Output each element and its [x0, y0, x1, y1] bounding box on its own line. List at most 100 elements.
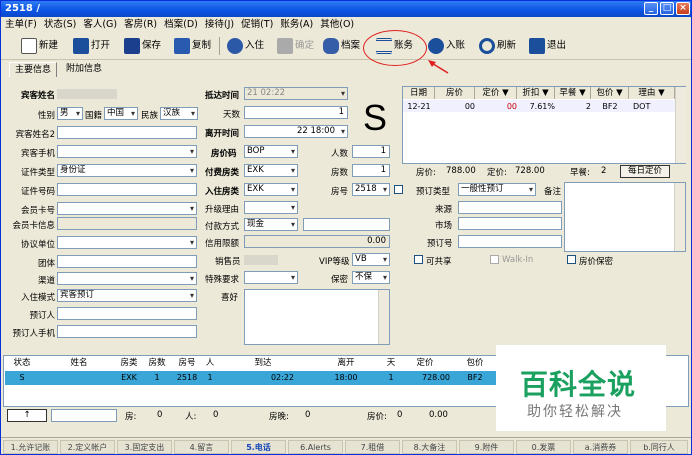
tab-extra-info[interactable]: 附加信息	[61, 62, 107, 77]
col-header[interactable]: 人	[204, 357, 216, 369]
tab-phone[interactable]: 5.电话	[231, 440, 286, 454]
col-header[interactable]: 定价	[400, 357, 450, 369]
col-header[interactable]: 日期	[403, 87, 435, 99]
tab-main-info[interactable]: 主要信息	[9, 62, 58, 77]
tab-voucher[interactable]: a.消费券	[573, 440, 628, 454]
menu-item[interactable]: 客房(R)	[124, 19, 157, 30]
menu-item[interactable]: 主单(F)	[5, 19, 37, 30]
menu-item[interactable]: 账务(A)	[280, 19, 313, 30]
rate-confidential-label: 房价保密	[579, 257, 614, 267]
menu-item[interactable]: 其他(O)	[320, 19, 354, 30]
room-type-select[interactable]: EXK	[244, 183, 298, 196]
save-button[interactable]: 保存	[124, 36, 161, 56]
channel-select[interactable]	[57, 272, 197, 285]
col-header[interactable]: 状态	[8, 357, 36, 369]
daily-rate-grid[interactable]: 日期 房价 定价 ▼ 折扣 ▼ 早餐 ▼ 包价 ▼ 理由 ▼ 12-21 00 …	[402, 86, 686, 164]
col-header[interactable]: 房数	[144, 357, 170, 369]
daily-rate-button[interactable]: 每日定价	[620, 165, 670, 178]
departure-time-input[interactable]: 22 18:00	[244, 125, 348, 138]
guest-name2-input[interactable]	[57, 126, 197, 139]
special-request-select[interactable]	[244, 271, 298, 284]
col-header[interactable]: 房类	[116, 357, 142, 369]
col-header[interactable]: 折扣 ▼	[517, 87, 555, 99]
checkin-mode-select[interactable]: 宾客预订	[57, 289, 197, 302]
rate-confidential-checkbox[interactable]	[567, 255, 576, 264]
charge-room-type-select[interactable]: EXK	[244, 164, 298, 177]
preference-scrollbar[interactable]	[378, 290, 389, 344]
memo-scrollbar[interactable]	[674, 183, 685, 251]
booking-type-select[interactable]: 一般性预订	[458, 183, 536, 196]
exit-button[interactable]: 退出	[529, 36, 566, 56]
menu-item[interactable]: 客人(G)	[83, 19, 117, 30]
menu-item[interactable]: 状态(S)	[44, 19, 76, 30]
rate-code-select[interactable]: BOP	[244, 145, 298, 158]
id-number-input[interactable]	[57, 183, 197, 196]
tab-rental[interactable]: 7.租借	[345, 440, 400, 454]
group-input[interactable]	[57, 255, 197, 268]
profile-button[interactable]: 档案	[323, 36, 360, 56]
payment-detail-input[interactable]	[303, 218, 390, 231]
booker-phone-input[interactable]	[57, 325, 197, 338]
market-input[interactable]	[458, 217, 562, 230]
col-header[interactable]: 理由 ▼	[629, 87, 675, 99]
days-input[interactable]: 1	[244, 106, 348, 119]
booker-input[interactable]	[57, 307, 197, 320]
col-header[interactable]: 包价	[452, 357, 498, 369]
tab-fixed-expense[interactable]: 3.固定支出	[117, 440, 172, 454]
open-button[interactable]: 打开	[73, 36, 110, 56]
ethnic-select[interactable]: 汉族	[160, 107, 198, 120]
tab-companion[interactable]: b.同行人	[630, 440, 688, 454]
confidential-select[interactable]: 不保	[352, 271, 390, 284]
ok-button[interactable]: 确定	[277, 36, 314, 56]
preference-textarea[interactable]	[244, 289, 390, 345]
up-arrow-icon[interactable]: ↑	[7, 409, 47, 422]
gender-select[interactable]: 男	[57, 107, 83, 120]
close-button[interactable]: ×	[676, 2, 690, 15]
new-button[interactable]: 新建	[21, 36, 58, 56]
menu-item[interactable]: 档案(D)	[164, 19, 198, 30]
tab-define-account[interactable]: 2.定义帐户	[60, 440, 115, 454]
booking-number-input[interactable]	[458, 235, 562, 248]
col-header[interactable]: 早餐 ▼	[555, 87, 591, 99]
room-number-select[interactable]: 2518	[352, 183, 390, 196]
refresh-button[interactable]: 刷新	[479, 36, 516, 56]
tab-message[interactable]: 4.留言	[174, 440, 229, 454]
tab-allow-charge[interactable]: 1.允许记账	[3, 440, 58, 454]
menu-item[interactable]: 接待(J)	[205, 19, 234, 30]
id-type-select[interactable]: 身份证	[57, 164, 197, 177]
vip-level-select[interactable]: VB	[352, 253, 390, 266]
guest-phone-input[interactable]	[57, 145, 197, 158]
col-header[interactable]: 房价	[435, 87, 475, 99]
post-button[interactable]: 入账	[428, 36, 465, 56]
room-lock-checkbox[interactable]	[394, 185, 403, 194]
maximize-button[interactable]: □	[660, 2, 674, 15]
checkin-button[interactable]: 入住	[227, 36, 264, 56]
tab-big-memo[interactable]: 8.大备注	[402, 440, 457, 454]
col-header[interactable]: 天	[384, 357, 398, 369]
payment-method-select[interactable]: 现金	[244, 218, 298, 231]
shareable-checkbox[interactable]	[414, 255, 423, 264]
source-input[interactable]	[458, 201, 562, 214]
agreement-unit-select[interactable]	[57, 236, 197, 249]
totals-input[interactable]	[51, 409, 117, 422]
col-header[interactable]: 离开	[310, 357, 382, 369]
col-header[interactable]: 包价 ▼	[591, 87, 629, 99]
walkin-checkbox[interactable]	[490, 255, 499, 264]
persons-input[interactable]: 1	[352, 145, 390, 158]
col-header[interactable]: 定价 ▼	[475, 87, 517, 99]
minimize-button[interactable]: _	[644, 2, 658, 15]
copy-button[interactable]: 复制	[174, 36, 211, 56]
memo-textarea[interactable]	[564, 182, 686, 252]
member-card-input[interactable]	[57, 202, 197, 215]
tab-invoice[interactable]: 0.发票	[516, 440, 571, 454]
upgrade-reason-select[interactable]	[244, 201, 298, 214]
rooms-input[interactable]: 1	[352, 164, 390, 177]
country-select[interactable]: 中国	[104, 107, 138, 120]
col-header[interactable]: 房号	[172, 357, 202, 369]
menu-item[interactable]: 促销(T)	[241, 19, 273, 30]
tab-attachment[interactable]: 9.附件	[459, 440, 514, 454]
col-header[interactable]: 到达	[218, 357, 308, 369]
rate-grid-scrollbar[interactable]	[675, 87, 686, 163]
col-header[interactable]: 姓名	[54, 357, 104, 369]
tab-alerts[interactable]: 6.Alerts	[288, 440, 343, 454]
